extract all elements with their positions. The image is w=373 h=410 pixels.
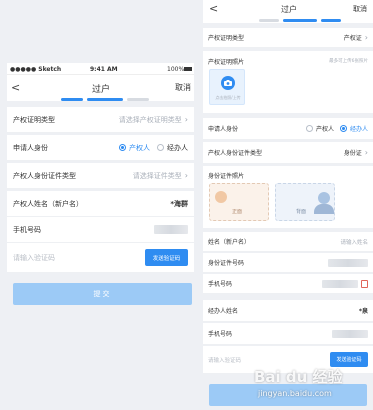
owner-id-type-row[interactable]: 产权人身份证件类型 请选择证件类型 › — [7, 163, 194, 189]
phone-value-masked — [154, 225, 188, 234]
id-number-label: 身份证件号码 — [208, 260, 245, 267]
carrier-label: ●●●●● Sketch — [10, 66, 62, 73]
agent-option-label[interactable]: 经办人 — [350, 124, 368, 133]
chevron-right-icon: › — [184, 171, 188, 180]
left-screen: ●●●●● Sketch 9:41 AM 100% < 过户 取消 产权证明类型… — [7, 63, 194, 410]
proof-type-row[interactable]: 产权证明类型 请选择产权证明类型 › — [7, 107, 194, 133]
name-label: 姓名（新户名） — [208, 239, 251, 246]
submit-button[interactable] — [209, 384, 367, 406]
verify-code-input[interactable]: 请输入验证码 — [208, 356, 241, 364]
battery-label: 100% — [167, 66, 185, 73]
phone-row[interactable]: 手机号码 — [203, 274, 373, 294]
progress-step-1 — [259, 19, 279, 22]
back-button[interactable]: < — [209, 2, 218, 15]
progress-step-3 — [127, 98, 149, 101]
owner-id-type-placeholder: 请选择证件类型 — [132, 171, 182, 180]
proof-type-label: 产权证明类型 — [13, 115, 55, 124]
battery-icon — [184, 67, 192, 71]
owner-id-type-row[interactable]: 产权人身份证件类型 身份证 › — [203, 142, 373, 164]
nav-bar: < 过户 取消 — [203, 0, 373, 23]
person-icon — [318, 192, 330, 204]
agent-name-row[interactable]: 经办人姓名 *泉 — [203, 300, 373, 322]
id-back-card[interactable]: 背面 — [275, 183, 335, 221]
owner-name-value: *海群 — [170, 199, 188, 208]
progress-tabs — [61, 98, 149, 101]
verify-code-row: 请输入验证码 发送验证码 — [7, 243, 194, 273]
phone-row[interactable]: 手机号码 — [7, 217, 194, 243]
upload-label: 点击拍照/上传 — [215, 95, 241, 100]
upload-tile[interactable]: 点击拍照/上传 — [209, 69, 245, 105]
right-screen: < 过户 取消 产权证明类型 产权证 › 产权证明照片 最多可上传6张照片 点击拍… — [203, 0, 373, 410]
submit-button[interactable]: 提交 — [13, 283, 192, 305]
submit-label: 提交 — [93, 290, 112, 298]
send-code-button[interactable]: 发送验证码 — [330, 352, 368, 367]
page-title: 过户 — [281, 5, 297, 14]
proof-photo-section: 产权证明照片 最多可上传6张照片 点击拍照/上传 — [203, 51, 373, 113]
owner-radio[interactable] — [305, 125, 313, 132]
progress-step-2 — [283, 19, 317, 22]
phone-masked — [322, 279, 358, 288]
portrait-icon — [215, 191, 227, 203]
id-number-masked — [328, 258, 368, 267]
name-row[interactable]: 姓名（新户名） 请输入姓名 — [203, 232, 373, 252]
owner-name-label: 产权人姓名（新户名） — [13, 199, 83, 208]
phone-label: 手机号码 — [208, 281, 233, 288]
cancel-button[interactable]: 取消 — [353, 4, 367, 14]
phone-label: 手机号码 — [13, 225, 41, 234]
owner-option-label[interactable]: 产权人 — [316, 124, 334, 133]
page-title: 过户 — [92, 85, 111, 95]
proof-type-label: 产权证明类型 — [208, 35, 245, 42]
progress-step-1 — [61, 98, 83, 101]
progress-tabs — [259, 19, 341, 22]
id-front-card[interactable]: 正面 — [209, 183, 269, 221]
send-code-button[interactable]: 发送验证码 — [145, 249, 188, 266]
proof-type-placeholder: 请选择产权证明类型 — [118, 115, 182, 124]
applicant-identity-label: 申请人身份 — [208, 126, 239, 133]
person-icon-body — [314, 204, 334, 214]
camera-icon — [221, 76, 235, 90]
proof-photo-label: 产权证明照片 — [208, 59, 245, 66]
chevron-right-icon: › — [364, 33, 368, 42]
applicant-identity-label: 申请人身份 — [13, 143, 48, 152]
verify-code-input[interactable]: 请输入验证码 — [13, 253, 55, 263]
proof-photo-hint: 最多可上传6张照片 — [329, 59, 368, 64]
id-photo-label: 身份证件照片 — [208, 173, 245, 180]
owner-id-type-label: 产权人身份证件类型 — [13, 171, 76, 180]
owner-name-row[interactable]: 产权人姓名（新户名） *海群 — [7, 191, 194, 217]
owner-radio[interactable] — [119, 144, 126, 151]
owner-option-label[interactable]: 产权人 — [129, 143, 150, 153]
contact-book-icon[interactable] — [361, 279, 368, 288]
back-button[interactable]: < — [11, 81, 20, 94]
name-input[interactable]: 请输入姓名 — [340, 238, 368, 246]
proof-type-row[interactable]: 产权证明类型 产权证 › — [203, 28, 373, 48]
id-front-label: 正面 — [232, 209, 243, 215]
id-back-label: 背面 — [296, 209, 307, 215]
cancel-button[interactable]: 取消 — [175, 82, 191, 93]
applicant-identity-row: 申请人身份 产权人 经办人 — [7, 135, 194, 161]
owner-id-type-label: 产权人身份证件类型 — [208, 150, 263, 157]
chevron-right-icon: › — [184, 115, 188, 124]
agent-phone-row[interactable]: 手机号码 — [203, 323, 373, 345]
status-bar: ●●●●● Sketch 9:41 AM 100% — [7, 63, 194, 75]
time-label: 9:41 AM — [90, 66, 118, 73]
agent-name-value: *泉 — [358, 308, 368, 315]
agent-phone-masked — [332, 329, 368, 338]
agent-option-label[interactable]: 经办人 — [167, 143, 188, 153]
verify-code-row: 请输入验证码 发送验证码 — [203, 346, 373, 374]
proof-type-value: 产权证 — [343, 35, 362, 42]
id-photo-section: 身份证件照片 正面 背面 — [203, 166, 373, 228]
agent-radio[interactable] — [157, 144, 164, 151]
agent-name-label: 经办人姓名 — [208, 308, 239, 315]
progress-step-2 — [87, 98, 123, 101]
applicant-identity-row: 申请人身份 产权人 经办人 — [203, 118, 373, 140]
nav-bar: < 过户 取消 — [7, 75, 194, 101]
chevron-right-icon: › — [364, 148, 368, 157]
progress-step-3 — [321, 19, 341, 22]
agent-radio[interactable] — [339, 125, 347, 132]
owner-id-type-value: 身份证 — [343, 150, 362, 157]
agent-phone-label: 手机号码 — [208, 331, 233, 338]
id-number-row[interactable]: 身份证件号码 — [203, 253, 373, 273]
